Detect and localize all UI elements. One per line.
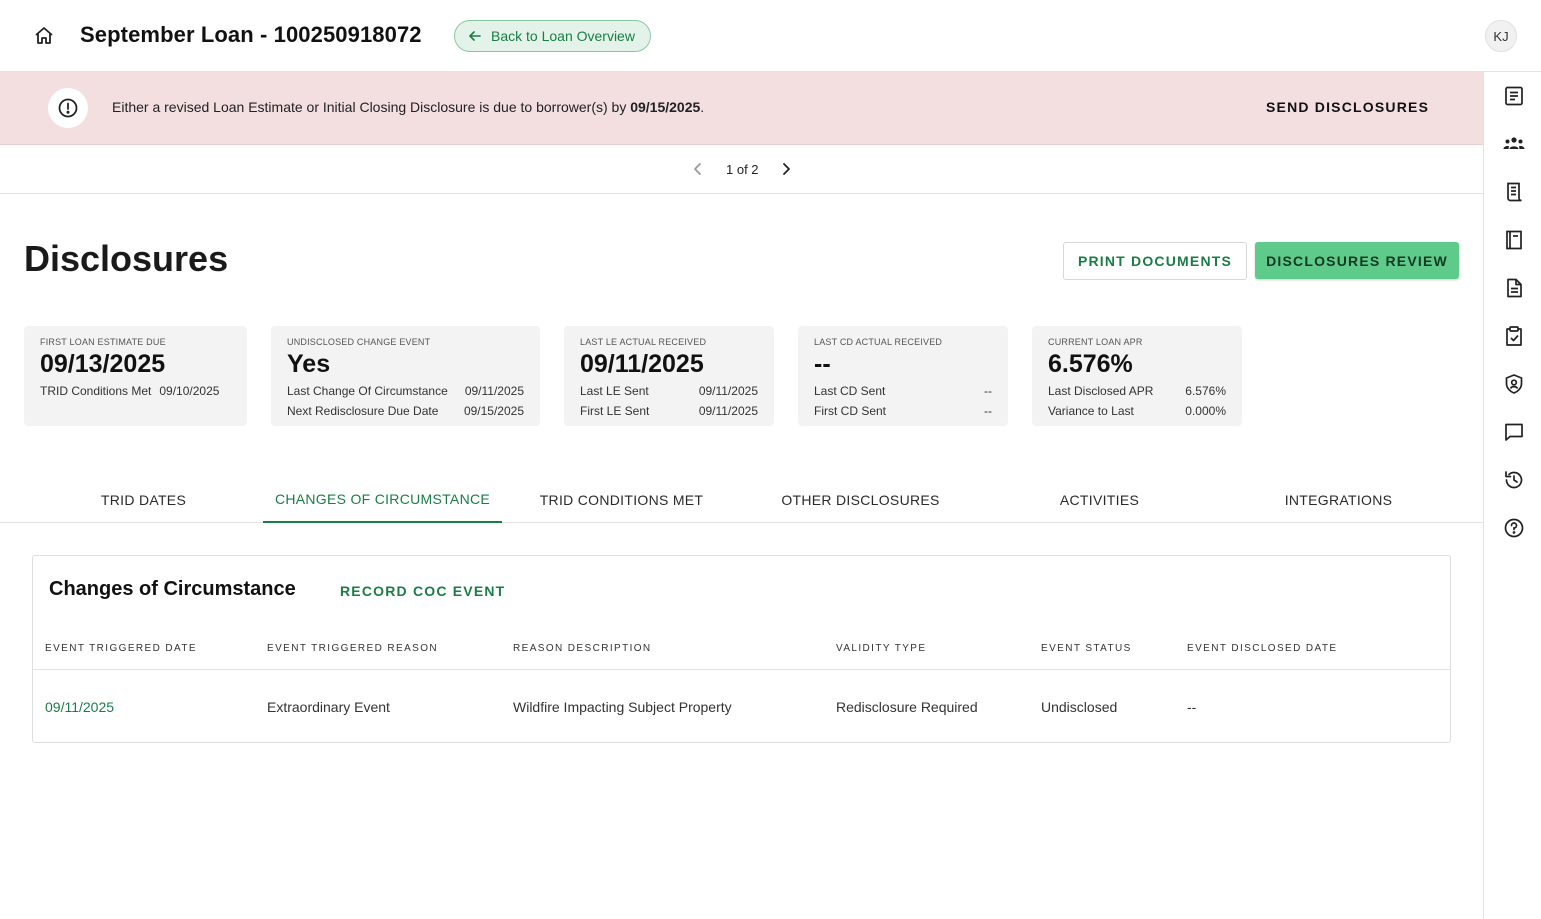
card-row-key: Last Change Of Circumstance	[287, 384, 448, 398]
card-row-key: First CD Sent	[814, 404, 887, 418]
shield-user-icon[interactable]	[1502, 372, 1526, 396]
card-label: LAST CD ACTUAL RECEIVED	[814, 337, 943, 347]
chevron-right-icon[interactable]	[776, 159, 796, 179]
arrow-left-icon	[469, 31, 481, 41]
home-icon[interactable]	[32, 24, 56, 48]
pager-indicator: 1 of 2	[726, 162, 759, 177]
back-button-label: Back to Loan Overview	[491, 28, 635, 44]
card-row-value: 09/11/2025	[464, 384, 524, 398]
notes-icon[interactable]	[1502, 228, 1526, 252]
receipt-icon[interactable]	[1502, 180, 1526, 204]
changes-of-circumstance-panel: Changes of Circumstance RECORD COC EVENT…	[32, 555, 1451, 743]
alert-circle-icon	[58, 98, 78, 118]
disclosures-review-button[interactable]: DISCLOSURES REVIEW	[1255, 242, 1459, 279]
send-disclosures-button[interactable]: SEND DISCLOSURES	[1266, 99, 1429, 115]
card-row: Last Change Of Circumstance 09/11/2025	[287, 384, 524, 398]
cell-event-status: Undisclosed	[1041, 699, 1118, 715]
card-row-key: Variance to Last	[1048, 404, 1134, 418]
help-icon[interactable]	[1502, 516, 1526, 540]
right-tool-rail	[1483, 72, 1541, 919]
file-text-icon[interactable]	[1502, 276, 1526, 300]
column-header-event-triggered-date[interactable]: EVENT TRIGGERED DATE	[45, 643, 197, 654]
back-to-loan-overview-button[interactable]: Back to Loan Overview	[454, 20, 651, 52]
card-row: Variance to Last 0.000%	[1048, 404, 1226, 418]
tab-changes-of-circumstance[interactable]: CHANGES OF CIRCUMSTANCE	[263, 478, 502, 523]
disclosure-alert-banner: Either a revised Loan Estimate or Initia…	[0, 72, 1483, 145]
page-title: Disclosures	[24, 238, 229, 279]
cell-event-disclosed-date: --	[1187, 699, 1197, 715]
card-row: Next Redisclosure Due Date 09/15/2025	[287, 404, 524, 418]
card-row: TRID Conditions Met 09/10/2025	[40, 384, 231, 398]
card-label: FIRST LOAN ESTIMATE DUE	[40, 337, 166, 347]
card-row-key: Last Disclosed APR	[1048, 384, 1154, 398]
card-row-value: 09/15/2025	[463, 404, 524, 418]
panel-title: Changes of Circumstance	[49, 578, 296, 600]
record-coc-event-button[interactable]: RECORD COC EVENT	[340, 583, 505, 599]
top-header: September Loan - 100250918072 Back to Lo…	[0, 0, 1541, 72]
column-header-event-triggered-reason[interactable]: EVENT TRIGGERED REASON	[267, 643, 438, 654]
card-row: Last Disclosed APR 6.576%	[1048, 384, 1226, 398]
card-row: Last CD Sent --	[814, 384, 992, 398]
card-row-value: 6.576%	[1185, 384, 1226, 398]
document-list-icon[interactable]	[1502, 84, 1526, 108]
table-header-divider	[33, 669, 1450, 670]
summary-card-current-apr: CURRENT LOAN APR 6.576% Last Disclosed A…	[1032, 326, 1242, 426]
card-row-value: --	[984, 404, 992, 418]
card-row-key: First LE Sent	[580, 404, 650, 418]
tab-integrations[interactable]: INTEGRATIONS	[1219, 478, 1458, 523]
card-row-value: --	[984, 384, 992, 398]
history-icon[interactable]	[1502, 468, 1526, 492]
chevron-left-icon[interactable]	[688, 159, 708, 179]
user-avatar[interactable]: KJ	[1485, 20, 1517, 52]
card-row-key: Last CD Sent	[814, 384, 886, 398]
alert-message-text: Either a revised Loan Estimate or Initia…	[112, 99, 631, 115]
alert-message: Either a revised Loan Estimate or Initia…	[112, 99, 704, 115]
column-header-event-status[interactable]: EVENT STATUS	[1041, 643, 1132, 654]
clipboard-check-icon[interactable]	[1502, 324, 1526, 348]
card-row-value: 09/11/2025	[698, 404, 758, 418]
column-header-event-disclosed-date[interactable]: EVENT DISCLOSED DATE	[1187, 643, 1337, 654]
tab-other-disclosures[interactable]: OTHER DISCLOSURES	[741, 478, 980, 523]
cell-event-triggered-reason: Extraordinary Event	[267, 699, 390, 715]
summary-card-last-cd-received: LAST CD ACTUAL RECEIVED -- Last CD Sent …	[798, 326, 1008, 426]
print-documents-button[interactable]: PRINT DOCUMENTS	[1063, 242, 1247, 280]
chat-icon[interactable]	[1502, 420, 1526, 444]
alert-message-end: .	[700, 99, 705, 115]
card-value: 6.576%	[1048, 350, 1133, 378]
alert-due-date: 09/15/2025	[630, 99, 701, 115]
card-row: Last LE Sent 09/11/2025	[580, 384, 758, 398]
people-group-icon[interactable]	[1502, 132, 1526, 156]
summary-card-first-le-due: FIRST LOAN ESTIMATE DUE 09/13/2025 TRID …	[24, 326, 247, 426]
card-row-value: 09/10/2025	[159, 384, 220, 398]
card-row-key: Last LE Sent	[580, 384, 649, 398]
alert-pager: 1 of 2	[0, 145, 1483, 194]
disclosure-tabs: TRID DATES CHANGES OF CIRCUMSTANCE TRID …	[0, 478, 1483, 523]
card-row-value: 0.000%	[1185, 404, 1226, 418]
card-row-key: Next Redisclosure Due Date	[287, 404, 439, 418]
loan-title: September Loan - 100250918072	[80, 22, 422, 47]
tab-trid-conditions-met[interactable]: TRID CONDITIONS MET	[502, 478, 741, 523]
card-value: Yes	[287, 350, 331, 378]
card-label: UNDISCLOSED CHANGE EVENT	[287, 337, 431, 347]
card-value: 09/11/2025	[580, 350, 704, 378]
card-value: 09/13/2025	[40, 350, 166, 378]
card-row-key: TRID Conditions Met	[40, 384, 152, 398]
tab-activities[interactable]: ACTIVITIES	[980, 478, 1219, 523]
cell-reason-description: Wildfire Impacting Subject Property	[513, 699, 732, 715]
summary-card-last-le-received: LAST LE ACTUAL RECEIVED 09/11/2025 Last …	[564, 326, 774, 426]
card-row: First CD Sent --	[814, 404, 992, 418]
column-header-reason-description[interactable]: REASON DESCRIPTION	[513, 643, 652, 654]
cell-event-triggered-date[interactable]: 09/11/2025	[45, 699, 114, 715]
tab-trid-dates[interactable]: TRID DATES	[24, 478, 263, 523]
column-header-validity-type[interactable]: VALIDITY TYPE	[836, 643, 926, 654]
card-value: --	[814, 350, 831, 378]
card-row: First LE Sent 09/11/2025	[580, 404, 758, 418]
alert-icon-container	[48, 88, 88, 128]
cell-validity-type: Redisclosure Required	[836, 699, 978, 715]
card-label: LAST LE ACTUAL RECEIVED	[580, 337, 707, 347]
summary-card-undisclosed-change: UNDISCLOSED CHANGE EVENT Yes Last Change…	[271, 326, 540, 426]
card-label: CURRENT LOAN APR	[1048, 337, 1143, 347]
card-row-value: 09/11/2025	[698, 384, 758, 398]
